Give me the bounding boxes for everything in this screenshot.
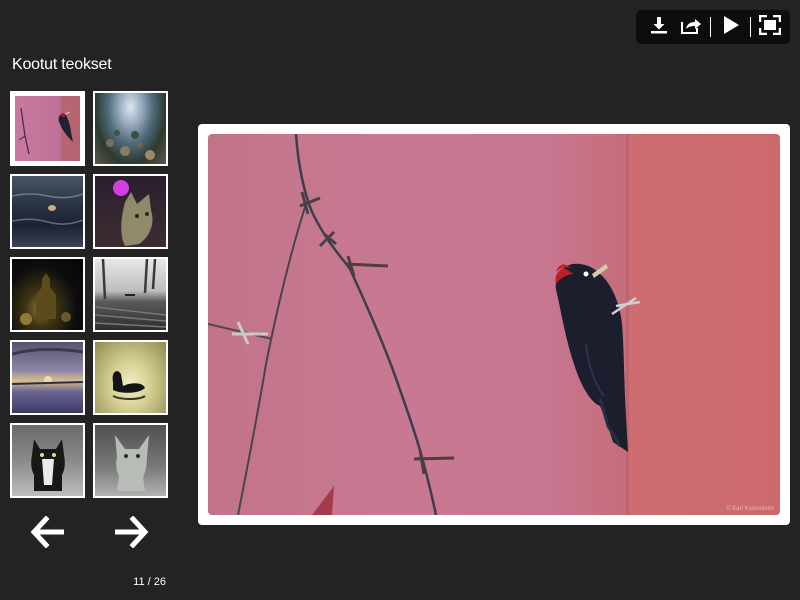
- thumbnail-swan[interactable]: [93, 340, 168, 415]
- arrow-left-icon: [30, 514, 66, 553]
- thumbnail-image: [95, 93, 166, 164]
- arrow-right-icon: [113, 514, 149, 553]
- thumbnail-image: [95, 176, 166, 247]
- gallery-title: Kootut teokset: [12, 56, 112, 73]
- thumbnail-image: [12, 342, 83, 413]
- slideshow-button[interactable]: [718, 14, 743, 40]
- toolbar: [636, 10, 790, 44]
- play-icon: [722, 15, 740, 40]
- thumbnail-image: [12, 176, 83, 247]
- thumbnail-image: [15, 96, 80, 161]
- main-image[interactable]: © Kari Koivuniemi: [208, 134, 780, 515]
- image-counter: 11 / 26: [133, 576, 166, 588]
- gallery-viewer: Kootut teokset 11 / 26 © Kari Koivuniemi: [0, 0, 800, 600]
- thumbnail-lake[interactable]: [93, 91, 168, 166]
- thumbnail-cat-black-white[interactable]: [10, 423, 85, 498]
- fullscreen-button[interactable]: [758, 14, 783, 40]
- toolbar-divider: [750, 17, 751, 37]
- thumbnail-sunset[interactable]: [10, 340, 85, 415]
- thumbnail-cat-purple[interactable]: [93, 174, 168, 249]
- thumbnail-image: [12, 259, 83, 330]
- thumbnail-park[interactable]: [93, 257, 168, 332]
- thumbnail-sea[interactable]: [10, 174, 85, 249]
- download-icon: [649, 15, 669, 40]
- share-button[interactable]: [678, 14, 703, 40]
- next-button[interactable]: [111, 514, 151, 554]
- photo-caption: © Kari Koivuniemi: [726, 506, 774, 512]
- share-icon: [680, 15, 702, 40]
- thumbnail-image: [95, 259, 166, 330]
- thumbnail-image: [95, 342, 166, 413]
- thumbnail-grid: [10, 91, 170, 498]
- main-image-frame: © Kari Koivuniemi: [198, 124, 790, 525]
- thumbnail-night-church[interactable]: [10, 257, 85, 332]
- toolbar-divider: [710, 17, 711, 37]
- download-button[interactable]: [646, 14, 671, 40]
- previous-button[interactable]: [28, 514, 68, 554]
- thumbnail-cat-grey[interactable]: [93, 423, 168, 498]
- thumbnail-image: [95, 425, 166, 496]
- thumbnail-woodpecker[interactable]: [10, 91, 85, 166]
- thumbnail-image: [12, 425, 83, 496]
- fullscreen-icon: [759, 14, 782, 40]
